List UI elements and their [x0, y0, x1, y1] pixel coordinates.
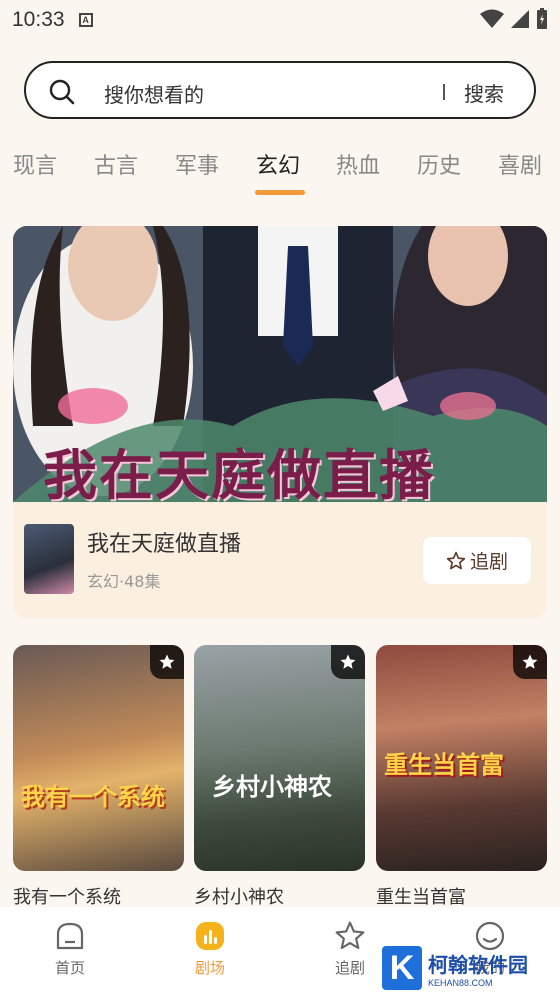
follow-label: 追剧 [469, 551, 508, 573]
search-button[interactable]: 搜索 [464, 78, 504, 107]
status-icons [480, 8, 548, 30]
drama-cover[interactable]: 我有一个系统 [13, 645, 184, 871]
nav-theater-label: 剧场 [194, 959, 225, 977]
battery-icon [537, 8, 547, 29]
poster-title-art: 我在天庭做直播 [43, 443, 435, 502]
cover-title-art: 我有一个系统 [21, 782, 165, 811]
star-icon [340, 654, 356, 669]
tab-xiju[interactable]: 喜剧 [498, 148, 542, 180]
star-outline-icon [446, 551, 466, 569]
signal-icon [511, 10, 529, 28]
featured-title[interactable]: 我在天庭做直播 [87, 526, 241, 558]
category-tabs: 现言 古言 军事 玄幻 热血 历史 喜剧 [0, 148, 560, 198]
drama-card[interactable]: 重生当首富 重生当首富 [376, 645, 547, 909]
active-tab-indicator [255, 190, 305, 195]
status-time: 10:33 [12, 8, 65, 31]
featured-poster[interactable]: 我在天庭做直播 [13, 226, 547, 502]
watermark-name: 柯翰软件园 [428, 952, 528, 977]
featured-info: 我在天庭做直播 玄幻·48集 追剧 [13, 502, 547, 618]
watermark-k-icon: K [382, 946, 422, 990]
featured-thumbnail[interactable] [24, 524, 74, 594]
wifi-icon [480, 9, 504, 28]
tab-xuanhuan[interactable]: 玄幻 [256, 148, 300, 180]
search-divider [443, 84, 445, 100]
search-input[interactable]: 搜你想看的 [104, 79, 204, 108]
featured-meta: 玄幻·48集 [87, 572, 161, 591]
nav-follow-label: 追剧 [334, 959, 365, 977]
drama-title[interactable]: 重生当首富 [376, 883, 547, 909]
search-bar[interactable]: 搜你想看的 搜索 [24, 61, 536, 119]
favorite-badge[interactable] [150, 645, 184, 679]
app-notification-icon: A [78, 13, 93, 27]
tab-rexue[interactable]: 热血 [336, 148, 380, 180]
drama-title[interactable]: 乡村小神农 [194, 883, 365, 909]
nav-theater[interactable]: 剧场 [170, 919, 250, 978]
featured-card[interactable]: 我在天庭做直播 我在天庭做直播 玄幻·48集 追剧 [13, 226, 547, 618]
drama-card[interactable]: 乡村小神农 乡村小神农 [194, 645, 365, 909]
tab-junshi[interactable]: 军事 [175, 148, 219, 180]
watermark-url: KEHAN88.COM [428, 977, 493, 988]
tab-xianyan[interactable]: 现言 [13, 148, 57, 180]
search-icon [49, 79, 75, 105]
favorite-badge[interactable] [331, 645, 365, 679]
star-icon [159, 654, 175, 669]
drama-card[interactable]: 我有一个系统 我有一个系统 [13, 645, 184, 909]
home-icon [56, 922, 84, 950]
tab-lishi[interactable]: 历史 [417, 148, 461, 180]
cover-title-art: 乡村小神农 [212, 772, 332, 801]
watermark-logo: K 柯翰软件园 KEHAN88.COM [382, 944, 552, 992]
nav-home[interactable]: 首页 [30, 919, 110, 978]
status-bar: 10:33 A [0, 0, 560, 40]
watermark-text: 柯翰软件园 KEHAN88.COM [428, 949, 528, 988]
tab-guyan[interactable]: 古言 [94, 148, 138, 180]
cover-title-art: 重生当首富 [384, 750, 504, 779]
drama-title[interactable]: 我有一个系统 [13, 883, 184, 909]
drama-cover[interactable]: 重生当首富 [376, 645, 547, 871]
favorite-badge[interactable] [513, 645, 547, 679]
star-icon [522, 654, 538, 669]
theater-icon [196, 922, 224, 950]
nav-home-label: 首页 [54, 959, 85, 977]
follow-button[interactable]: 追剧 [423, 537, 531, 584]
drama-cover[interactable]: 乡村小神农 [194, 645, 365, 871]
star-icon [335, 921, 365, 950]
nav-follow[interactable]: 追剧 [310, 919, 390, 978]
